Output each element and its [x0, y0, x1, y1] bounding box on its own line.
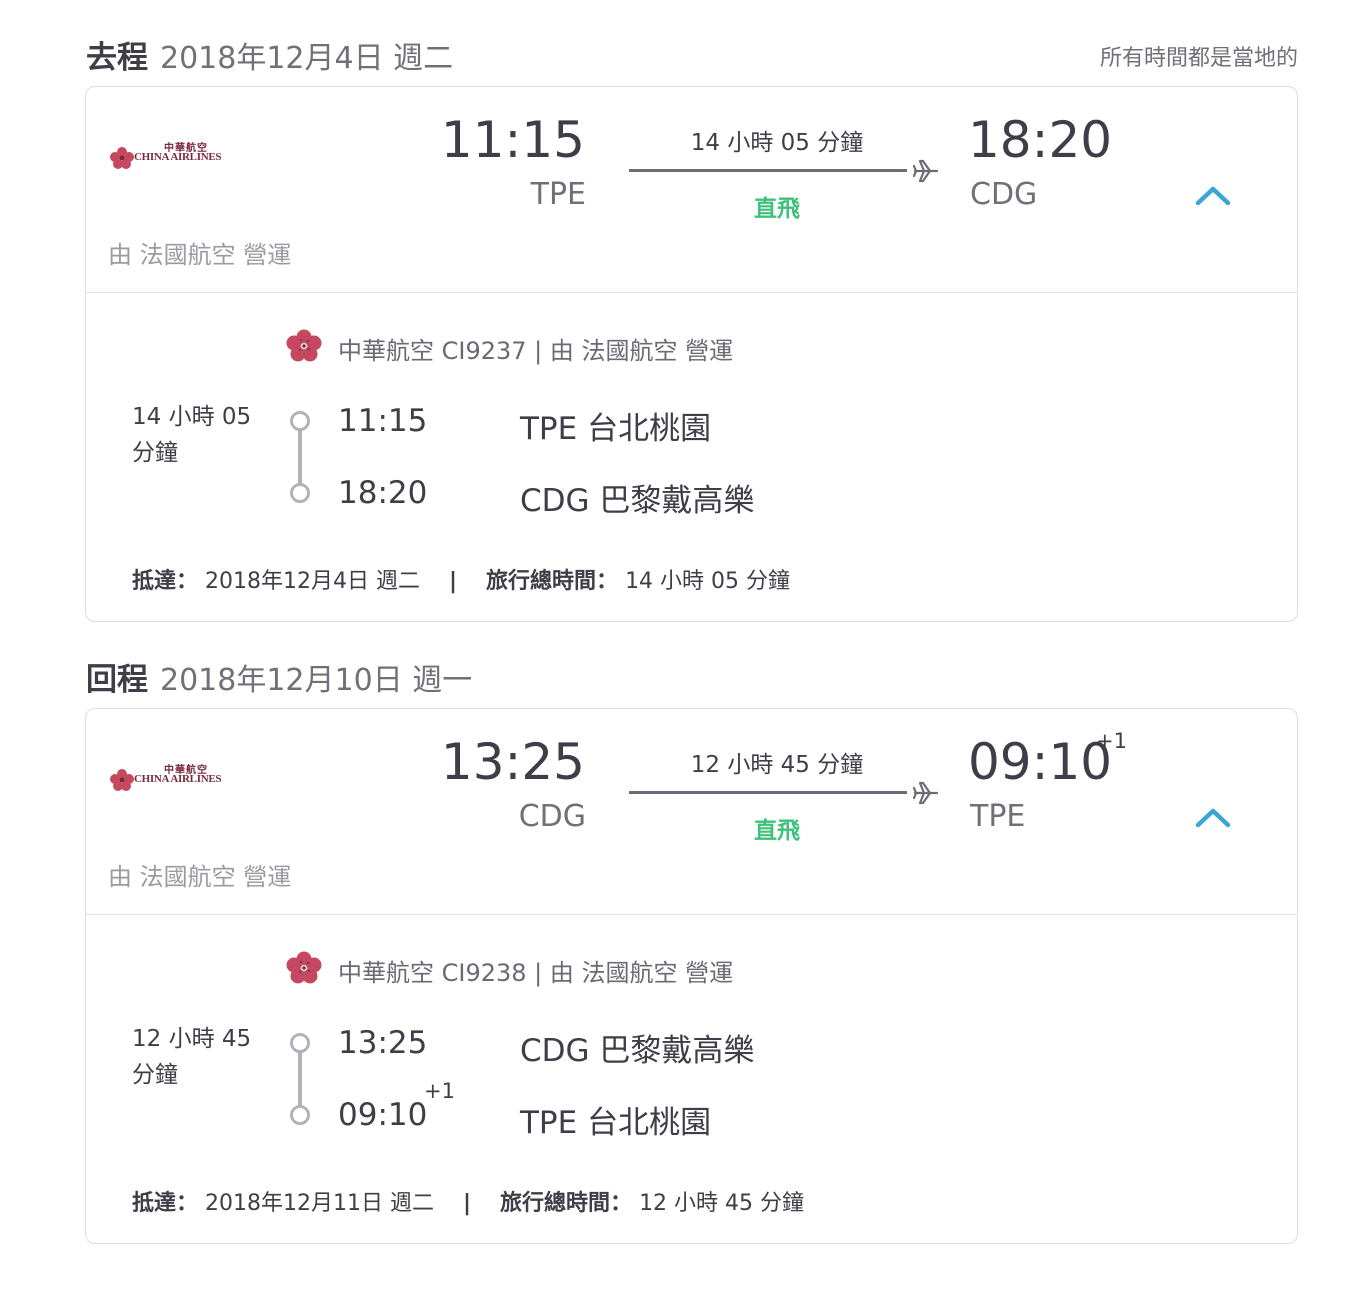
total-time-label: 旅行總時間：	[486, 569, 619, 594]
footer-separator: |	[463, 1191, 472, 1216]
outbound-flight-card: 中華航空 CHINA AIRLINES 11:15 TPE 14 小時 05 分…	[85, 86, 1298, 622]
timeline-arrival-dot	[290, 1105, 310, 1125]
segment-arrival-airport: TPE 台北桃園	[520, 1105, 712, 1141]
airline-logo-en: CHINA AIRLINES	[134, 773, 222, 785]
segment-next-day-indicator: +1	[424, 1079, 455, 1103]
arrival-date: 2018年12月11日 週二	[205, 1191, 434, 1216]
departure-time: 11:15	[440, 111, 585, 169]
arrival-airport-code: TPE	[970, 799, 1026, 834]
flight-duration: 12 小時 45 分鐘	[690, 752, 864, 778]
timezone-note: 所有時間都是當地的	[1099, 46, 1298, 71]
departure-airport-code: TPE	[530, 177, 586, 212]
plum-blossom-icon	[110, 769, 134, 791]
timeline-line	[298, 1051, 302, 1107]
trip-footer: 抵達： 2018年12月11日 週二 | 旅行總時間： 12 小時 45 分鐘	[132, 1185, 804, 1217]
flight-number-info: 中華航空 CI9237 | 由 法國航空 營運	[338, 337, 734, 365]
operated-by: 由 法國航空 營運	[108, 241, 292, 269]
inbound-date: 2018年12月10日 週一	[160, 663, 473, 698]
arrival-date: 2018年12月4日 週二	[205, 569, 420, 594]
segment-arrival-time: 18:20	[338, 475, 428, 511]
total-time: 14 小時 05 分鐘	[625, 569, 791, 594]
flight-duration: 14 小時 05 分鐘	[690, 130, 864, 156]
nonstop-label: 直飛	[754, 196, 800, 222]
segment-departure-airport: CDG 巴黎戴高樂	[520, 1033, 755, 1069]
airline-logo: 中華航空 CHINA AIRLINES	[110, 139, 230, 169]
nonstop-label: 直飛	[754, 818, 800, 844]
arrival-label: 抵達：	[132, 1191, 199, 1216]
segment-duration: 12 小時 45 分鐘	[132, 1026, 252, 1088]
inbound-header: 回程 2018年12月10日 週一	[86, 654, 1298, 698]
plane-icon	[912, 159, 939, 183]
timeline-departure-dot	[290, 1033, 310, 1053]
segment-arrival-airport: CDG 巴黎戴高樂	[520, 483, 755, 519]
segment-departure-time: 11:15	[338, 403, 428, 439]
outbound-details: 中華航空 CI9237 | 由 法國航空 營運 14 小時 05 分鐘 11:1…	[86, 293, 1297, 621]
departure-airport-code: CDG	[518, 799, 586, 834]
airline-logo: 中華航空 CHINA AIRLINES	[110, 761, 230, 791]
flight-number-info: 中華航空 CI9238 | 由 法國航空 營運	[338, 959, 734, 987]
route-line	[629, 169, 907, 172]
timeline-arrival-dot	[290, 483, 310, 503]
inbound-label: 回程	[86, 662, 148, 698]
plane-icon	[912, 781, 939, 805]
arrival-time: 09:10	[968, 733, 1113, 791]
segment-arrival-time: 09:10	[338, 1097, 428, 1133]
operated-by: 由 法國航空 營運	[108, 863, 292, 891]
plum-blossom-icon	[286, 329, 322, 362]
outbound-summary[interactable]: 中華航空 CHINA AIRLINES 11:15 TPE 14 小時 05 分…	[86, 87, 1297, 293]
outbound-label: 去程	[86, 40, 148, 76]
arrival-label: 抵達：	[132, 569, 199, 594]
trip-footer: 抵達： 2018年12月4日 週二 | 旅行總時間： 14 小時 05 分鐘	[132, 563, 790, 595]
timeline-line	[298, 429, 302, 485]
next-day-indicator: +1	[1096, 729, 1127, 753]
arrival-airport-code: CDG	[970, 177, 1038, 212]
outbound-date: 2018年12月4日 週二	[160, 41, 454, 76]
chevron-up-icon[interactable]	[1194, 183, 1232, 207]
chevron-up-icon[interactable]	[1194, 805, 1232, 829]
departure-time: 13:25	[440, 733, 585, 791]
inbound-details: 中華航空 CI9238 | 由 法國航空 營運 12 小時 45 分鐘 13:2…	[86, 915, 1297, 1243]
inbound-flight-card: 中華航空 CHINA AIRLINES 13:25 CDG 12 小時 45 分…	[85, 708, 1298, 1244]
route-line	[629, 791, 907, 794]
plum-blossom-icon	[286, 951, 322, 984]
arrival-time: 18:20	[968, 111, 1113, 169]
segment-duration: 14 小時 05 分鐘	[132, 404, 252, 466]
footer-separator: |	[449, 569, 458, 594]
plum-blossom-icon	[110, 147, 134, 169]
total-time-label: 旅行總時間：	[500, 1191, 633, 1216]
segment-departure-airport: TPE 台北桃園	[520, 411, 712, 447]
outbound-header: 去程 2018年12月4日 週二 所有時間都是當地的	[86, 32, 1298, 76]
total-time: 12 小時 45 分鐘	[639, 1191, 805, 1216]
timeline-departure-dot	[290, 411, 310, 431]
segment-departure-time: 13:25	[338, 1025, 428, 1061]
airline-logo-en: CHINA AIRLINES	[134, 151, 222, 163]
inbound-summary[interactable]: 中華航空 CHINA AIRLINES 13:25 CDG 12 小時 45 分…	[86, 709, 1297, 915]
